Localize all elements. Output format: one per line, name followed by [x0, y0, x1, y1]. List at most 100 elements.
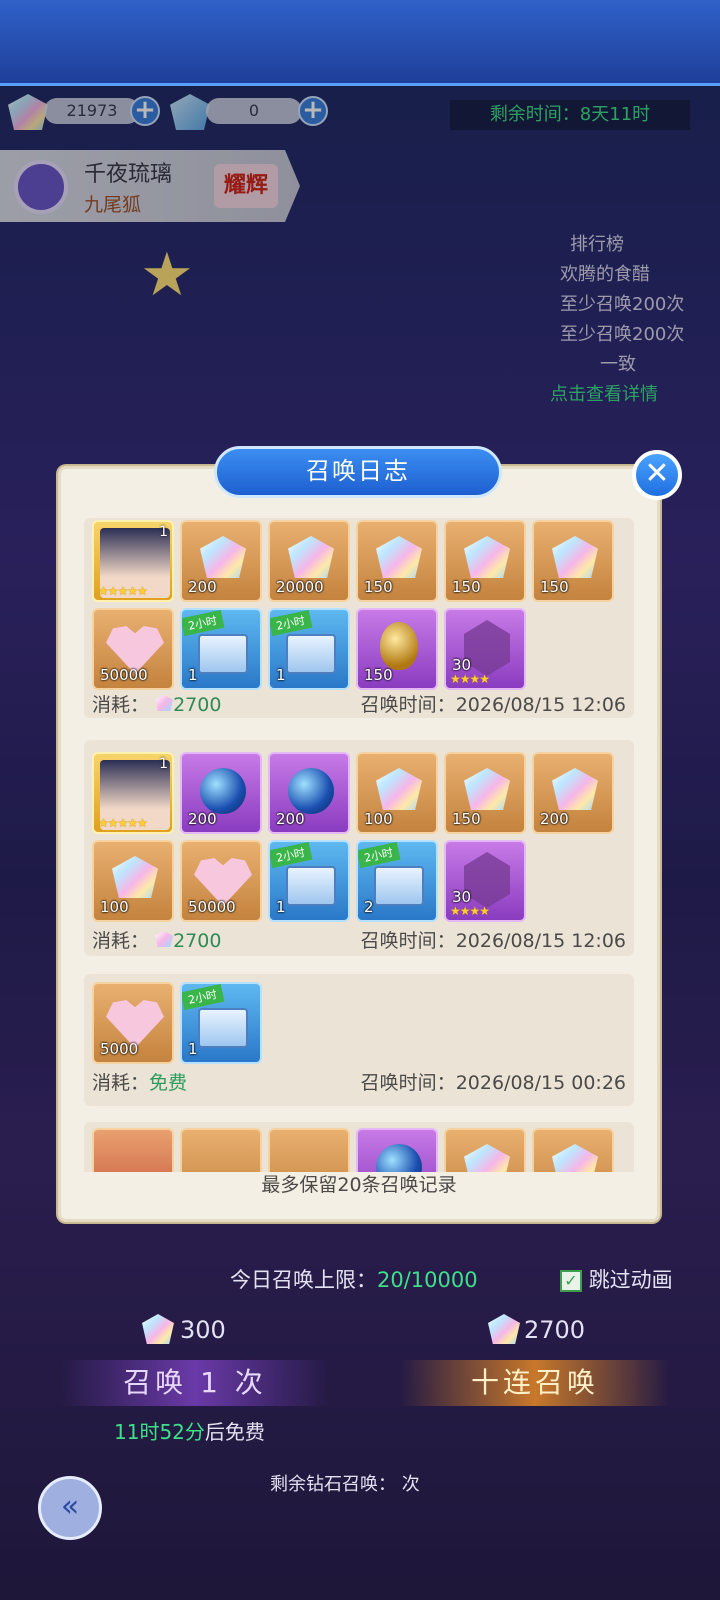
- summon-record-list[interactable]: 1 ★★★★★ 200 20000 150 150 150 50000 2小时 1 …: [84, 518, 634, 1172]
- free-timer: 11时52分: [114, 1420, 205, 1444]
- remaining-label: 剩余钻石召唤：: [270, 1474, 396, 1495]
- item-count: 150: [364, 578, 393, 596]
- orb-icon: [288, 768, 334, 814]
- duration-tag: 2小时: [358, 842, 401, 869]
- orb-item[interactable]: 200: [268, 752, 350, 834]
- hero-card-item[interactable]: 1 ★★★★★: [92, 520, 174, 602]
- item-slot[interactable]: [532, 1128, 614, 1172]
- diamond-item[interactable]: 100: [356, 752, 438, 834]
- time-label: 召唤时间：: [360, 1072, 456, 1094]
- exp-heart-item[interactable]: 50000: [180, 840, 262, 922]
- cost-label: 消耗：: [92, 930, 150, 952]
- hero-card-item[interactable]: 1 ★★★★★: [92, 752, 174, 834]
- item-count: 20000: [276, 578, 324, 596]
- cost-value: 2700: [173, 930, 222, 952]
- chest-item[interactable]: 2小时 1: [180, 982, 262, 1064]
- egg-item[interactable]: 150: [356, 608, 438, 690]
- time-label: 召唤时间：: [360, 930, 456, 952]
- item-count: 150: [452, 578, 481, 596]
- top-banner: [0, 0, 720, 86]
- item-count: 150: [364, 666, 393, 684]
- item-count: 100: [364, 810, 393, 828]
- diamond-item[interactable]: 200: [532, 752, 614, 834]
- chest-icon: [286, 634, 336, 674]
- duration-tag: 2小时: [270, 610, 313, 637]
- duration-tag: 2小时: [270, 842, 313, 869]
- chest-icon: [374, 866, 424, 906]
- modal-footer-note: 最多保留20条召唤记录: [261, 1174, 457, 1196]
- item-slot[interactable]: [180, 1128, 262, 1172]
- egg-icon: [380, 622, 418, 670]
- exp-heart-item[interactable]: 5000: [92, 982, 174, 1064]
- chest-item[interactable]: 2小时 1: [268, 608, 350, 690]
- chest-item[interactable]: 2小时 1: [180, 608, 262, 690]
- crystal-item[interactable]: 30 ★★★★: [444, 608, 526, 690]
- chest-icon: [286, 866, 336, 906]
- orb-item[interactable]: 200: [180, 752, 262, 834]
- chest-item[interactable]: 2小时 2: [356, 840, 438, 922]
- item-count: 200: [276, 810, 305, 828]
- cost-line: 消耗： 2700: [92, 926, 221, 953]
- item-count: 2: [364, 898, 374, 916]
- chest-item[interactable]: 2小时 1: [268, 840, 350, 922]
- summon-once-button[interactable]: 召唤 1 次: [60, 1360, 330, 1406]
- item-slot[interactable]: [356, 1128, 438, 1172]
- item-count: 1: [159, 756, 168, 772]
- orb-icon: [200, 768, 246, 814]
- diamond-item[interactable]: 100: [92, 840, 174, 922]
- modal-title: 召唤日志: [214, 446, 502, 498]
- diamond-icon: [552, 1144, 598, 1172]
- item-count: 50000: [100, 666, 148, 684]
- cost-label: 消耗：: [92, 1072, 150, 1094]
- diamond-icon: [112, 856, 158, 898]
- cost-value: 免费: [149, 1072, 188, 1094]
- item-count: 1: [276, 666, 286, 684]
- close-button[interactable]: ✕: [632, 450, 682, 500]
- item-count: 150: [452, 810, 481, 828]
- diamond-item[interactable]: 150: [444, 752, 526, 834]
- diamond-icon: [155, 931, 174, 947]
- diamond-item[interactable]: 150: [532, 520, 614, 602]
- star-rating: ★★★★: [450, 904, 490, 918]
- daily-limit: 今日召唤上限：20/10000: [230, 1264, 478, 1294]
- diamond-icon: [464, 768, 510, 810]
- chest-icon: [198, 634, 248, 674]
- remaining-summons: 剩余钻石召唤： 次: [270, 1470, 420, 1496]
- time-value: 2026/08/15 00:26: [455, 1072, 626, 1094]
- ten-summon-button[interactable]: 十连召唤: [400, 1360, 670, 1406]
- remaining-suffix: 次: [401, 1474, 420, 1495]
- skip-animation-label: 跳过动画: [588, 1268, 673, 1292]
- ten-cost: 2700: [524, 1316, 586, 1344]
- diamond-icon: [155, 695, 174, 711]
- diamond-item[interactable]: 150: [444, 520, 526, 602]
- skip-animation-toggle[interactable]: ✓ 跳过动画: [560, 1264, 673, 1294]
- diamond-icon: [288, 536, 334, 578]
- item-count: 1: [159, 524, 168, 540]
- diamond-item[interactable]: 150: [356, 520, 438, 602]
- cost-value: 2700: [173, 694, 222, 716]
- time-line: 召唤时间：2026/08/15 00:26: [361, 1068, 626, 1095]
- item-count: 200: [188, 810, 217, 828]
- diamond-icon: [552, 768, 598, 810]
- item-slot[interactable]: [444, 1128, 526, 1172]
- back-button[interactable]: «: [38, 1476, 102, 1540]
- time-line: 召唤时间：2026/08/15 12:06: [361, 926, 626, 953]
- diamond-item[interactable]: 200: [180, 520, 262, 602]
- exp-heart-item[interactable]: 50000: [92, 608, 174, 690]
- cost-label: 消耗：: [92, 694, 150, 716]
- item-count: 100: [100, 898, 129, 916]
- duration-tag: 2小时: [182, 984, 225, 1011]
- time-label: 召唤时间：: [360, 694, 456, 716]
- diamond-item[interactable]: 20000: [268, 520, 350, 602]
- daily-limit-label: 今日召唤上限：: [230, 1268, 377, 1292]
- chest-icon: [198, 1008, 248, 1048]
- diamond-icon: [376, 536, 422, 578]
- time-value: 2026/08/15 12:06: [455, 930, 626, 952]
- item-slot[interactable]: [268, 1128, 350, 1172]
- item-slot[interactable]: [92, 1128, 174, 1172]
- crystal-item[interactable]: 30 ★★★★: [444, 840, 526, 922]
- diamond-icon: [376, 768, 422, 810]
- free-suffix: 后免费: [204, 1420, 265, 1444]
- daily-limit-value: 20/10000: [377, 1268, 478, 1292]
- cost-line: 消耗：免费: [92, 1068, 187, 1095]
